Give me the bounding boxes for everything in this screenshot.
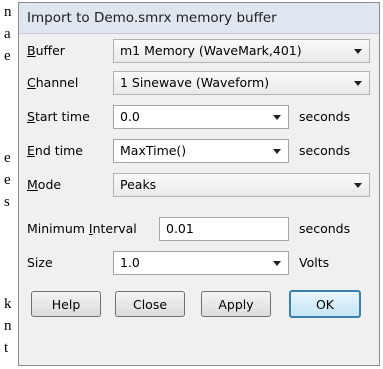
help-button[interactable]: Help	[31, 291, 101, 317]
start-time-unit: seconds	[299, 109, 351, 124]
chevron-down-icon	[354, 183, 362, 188]
mode-select[interactable]: Peaks	[113, 173, 370, 197]
end-time-value: MaxTime()	[120, 143, 187, 158]
mode-label: Mode	[27, 177, 62, 192]
buffer-select-value: m1 Memory (WaveMark,401)	[120, 43, 302, 58]
start-time-value: 0.0	[120, 109, 140, 124]
ok-button[interactable]: OK	[289, 290, 361, 318]
mode-select-value: Peaks	[120, 177, 157, 192]
size-label: Size	[27, 255, 53, 270]
channel-select[interactable]: 1 Sinewave (Waveform)	[113, 71, 370, 95]
buffer-select[interactable]: m1 Memory (WaveMark,401)	[113, 39, 370, 63]
import-dialog: Import to Demo.smrx memory buffer Buffer…	[18, 2, 380, 366]
apply-button[interactable]: Apply	[201, 291, 271, 317]
buffer-label: Buffer	[27, 43, 65, 58]
end-time-combo[interactable]: MaxTime()	[113, 139, 289, 163]
channel-label: Channel	[27, 75, 79, 90]
size-combo[interactable]: 1.0	[113, 251, 289, 275]
start-time-label: Start time	[27, 109, 90, 124]
end-time-unit: seconds	[299, 143, 351, 158]
background-text-line: a	[4, 26, 11, 42]
chevron-down-icon	[273, 149, 281, 154]
chevron-down-icon	[354, 49, 362, 54]
background-text-line: n	[4, 318, 12, 334]
chevron-down-icon	[273, 115, 281, 120]
background-text-line: e	[4, 172, 11, 188]
chevron-down-icon	[354, 81, 362, 86]
end-time-label: End time	[27, 143, 83, 158]
size-unit: Volts	[299, 255, 330, 270]
chevron-down-icon	[273, 261, 281, 266]
dialog-title: Import to Demo.smrx memory buffer	[27, 10, 277, 26]
dialog-title-bar[interactable]: Import to Demo.smrx memory buffer	[19, 3, 379, 34]
background-document-text: n a e e e s k n t	[0, 0, 18, 369]
min-interval-unit: seconds	[299, 221, 351, 236]
background-text-line: k	[4, 296, 12, 312]
channel-select-value: 1 Sinewave (Waveform)	[120, 75, 270, 90]
background-text-line: e	[4, 48, 11, 64]
close-button[interactable]: Close	[115, 291, 185, 317]
min-interval-value: 0.01	[166, 221, 194, 236]
size-value: 1.0	[120, 255, 140, 270]
background-text-line: e	[4, 150, 11, 166]
min-interval-label: Minimum Interval	[27, 221, 137, 236]
start-time-combo[interactable]: 0.0	[113, 105, 289, 129]
min-interval-input[interactable]: 0.01	[159, 217, 289, 241]
background-text-line: s	[4, 194, 10, 210]
background-text-line: n	[4, 4, 12, 20]
background-text-line: t	[4, 340, 9, 356]
